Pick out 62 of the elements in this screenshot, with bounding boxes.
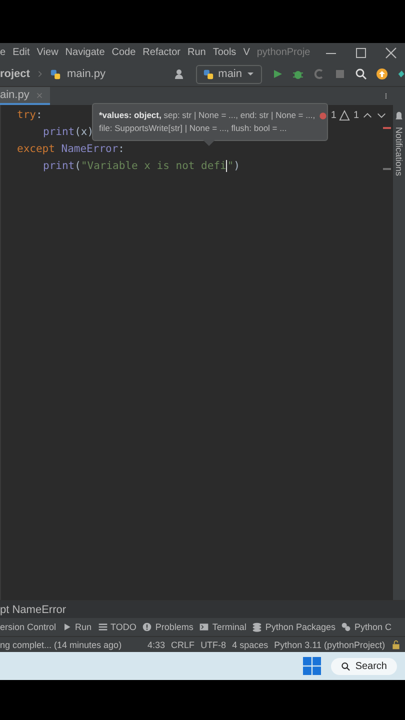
run-icon xyxy=(62,622,72,632)
tool-window-button[interactable]: Python C xyxy=(341,622,392,632)
lock-icon[interactable] xyxy=(391,640,401,650)
search-icon[interactable] xyxy=(355,68,367,80)
status-item[interactable]: 4 spaces xyxy=(232,640,268,650)
python-icon xyxy=(203,68,214,80)
warning-count: 1 xyxy=(353,110,359,121)
stack-icon xyxy=(252,622,262,632)
maximize-icon[interactable] xyxy=(355,46,367,58)
menu-item[interactable]: Tools xyxy=(212,47,236,58)
exclamation-icon xyxy=(142,622,152,632)
tool-window-button[interactable]: Run xyxy=(62,622,92,632)
notifications-tab[interactable]: Notifications xyxy=(394,127,404,176)
code-line: print("Variable x is not defi") xyxy=(42,159,240,174)
run-configuration-dropdown[interactable]: main xyxy=(196,64,262,84)
breadcrumb-item[interactable]: main.py xyxy=(66,68,106,80)
bell-icon[interactable] xyxy=(394,111,404,121)
code-line: try: xyxy=(17,108,42,123)
code-editor[interactable]: *values: object, sep: str | None = ..., end: str | None = ..., file: SupportsWrite[str] | None = ..., flush: bool = ... try: print(x) except NameError: print("Variable x is not defi") 1 1 xyxy=(0,105,393,600)
tool-window-button[interactable]: TODO xyxy=(98,622,136,632)
tool-window-button[interactable]: Terminal xyxy=(199,622,246,632)
menu-item[interactable]: Edit xyxy=(12,47,30,58)
code-line: print(x) xyxy=(42,125,94,140)
tooltip-pointer xyxy=(203,140,215,146)
warning-icon xyxy=(339,110,350,121)
error-marker[interactable] xyxy=(383,127,391,129)
update-icon[interactable] xyxy=(376,68,388,80)
list-icon xyxy=(98,622,108,632)
close-icon[interactable] xyxy=(385,46,397,58)
breadcrumb-item[interactable]: roject xyxy=(0,68,30,80)
menu-item[interactable]: V xyxy=(243,47,250,58)
windows-logo-icon[interactable] xyxy=(303,657,321,675)
menu-item[interactable]: Run xyxy=(187,47,206,58)
bug-icon[interactable] xyxy=(292,68,304,80)
diamond-logo-icon[interactable] xyxy=(397,68,405,80)
python-file-icon xyxy=(50,68,61,80)
tooltip-text: *values: object, sep: str | None = ..., end: str | None = ..., file: SupportsWrite[str] | None = ..., flush: bool = ... xyxy=(99,109,316,135)
run-icon[interactable] xyxy=(271,68,283,80)
status-item[interactable]: 4:33 xyxy=(148,640,166,650)
breadcrumb-item[interactable]: pt NameError xyxy=(0,604,66,616)
python-icon xyxy=(341,622,352,632)
tool-window-button[interactable]: Problems xyxy=(142,622,194,632)
error-count: 1 xyxy=(330,110,336,121)
menu-item[interactable]: View xyxy=(36,47,58,58)
status-message: ng complet... (14 minutes ago) xyxy=(0,640,122,650)
menu-item[interactable]: Refactor xyxy=(142,47,180,58)
taskbar-search[interactable]: Search xyxy=(331,658,397,674)
status-item[interactable]: CRLF xyxy=(171,640,195,650)
search-icon xyxy=(341,660,350,672)
code-line: except NameError: xyxy=(17,142,124,157)
warning-marker[interactable] xyxy=(383,168,391,170)
menu-item[interactable]: e xyxy=(0,47,6,58)
file-tab[interactable]: ain.py xyxy=(0,87,50,105)
tool-window-button[interactable]: ersion Control xyxy=(0,622,56,632)
tool-window-button[interactable]: Python Packages xyxy=(252,622,336,632)
error-icon xyxy=(318,110,328,120)
status-item[interactable]: Python 3.11 (pythonProject) xyxy=(274,640,385,650)
menu-item[interactable]: Code xyxy=(112,47,136,58)
status-item[interactable]: UTF-8 xyxy=(200,640,226,650)
terminal-icon xyxy=(199,622,210,632)
window-title: pythonProje xyxy=(256,47,310,58)
menu-item[interactable]: Navigate xyxy=(65,47,105,58)
